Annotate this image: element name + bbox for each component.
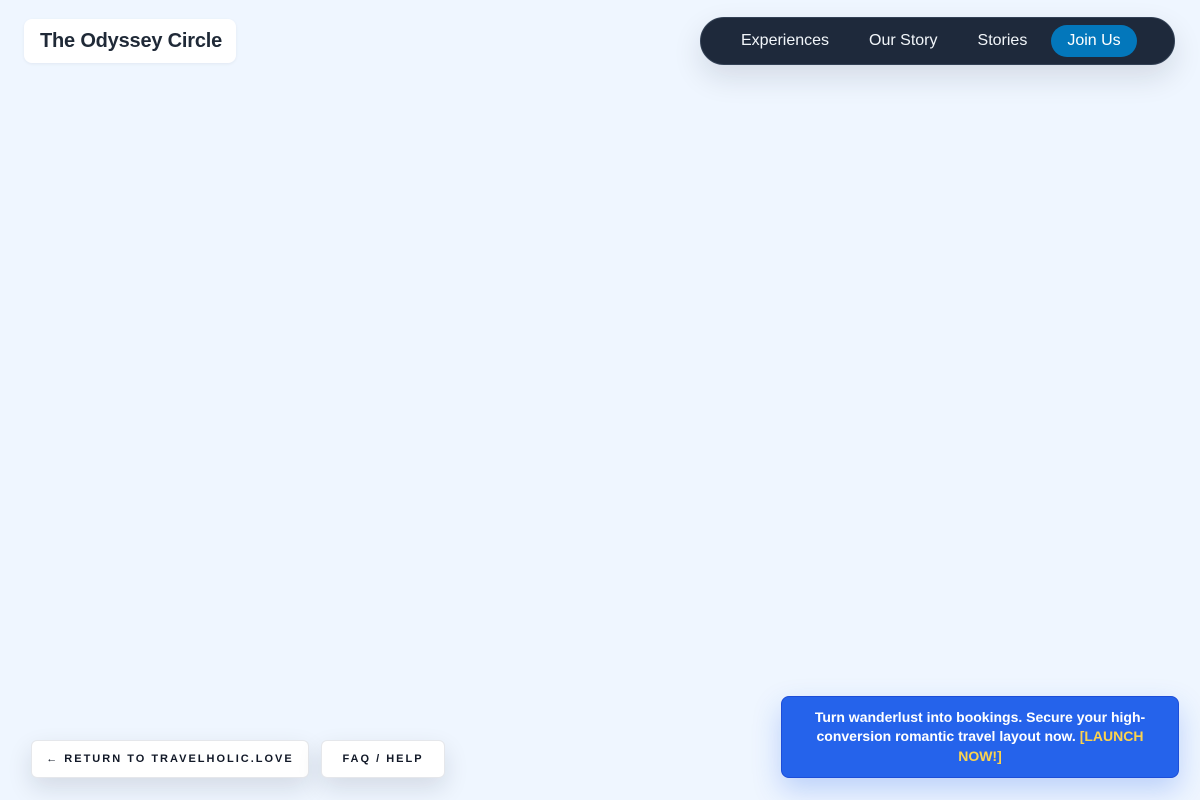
- nav-item-stories[interactable]: Stories: [962, 26, 1044, 56]
- return-to-travelholic-button[interactable]: ← RETURN TO TRAVELHOLIC.LOVE: [31, 740, 309, 778]
- promo-content: Turn wanderlust into bookings. Secure yo…: [810, 708, 1150, 767]
- brand-logo[interactable]: The Odyssey Circle: [24, 19, 236, 63]
- nav-item-experiences[interactable]: Experiences: [725, 26, 845, 56]
- page: The Odyssey Circle Experiences Our Story…: [0, 0, 1200, 800]
- join-us-button[interactable]: Join Us: [1051, 25, 1137, 57]
- faq-help-button[interactable]: FAQ / HELP: [321, 740, 445, 778]
- top-nav: Experiences Our Story Stories Join Us: [700, 17, 1175, 65]
- promo-banner: Turn wanderlust into bookings. Secure yo…: [781, 696, 1179, 778]
- nav-item-our-story[interactable]: Our Story: [853, 26, 953, 56]
